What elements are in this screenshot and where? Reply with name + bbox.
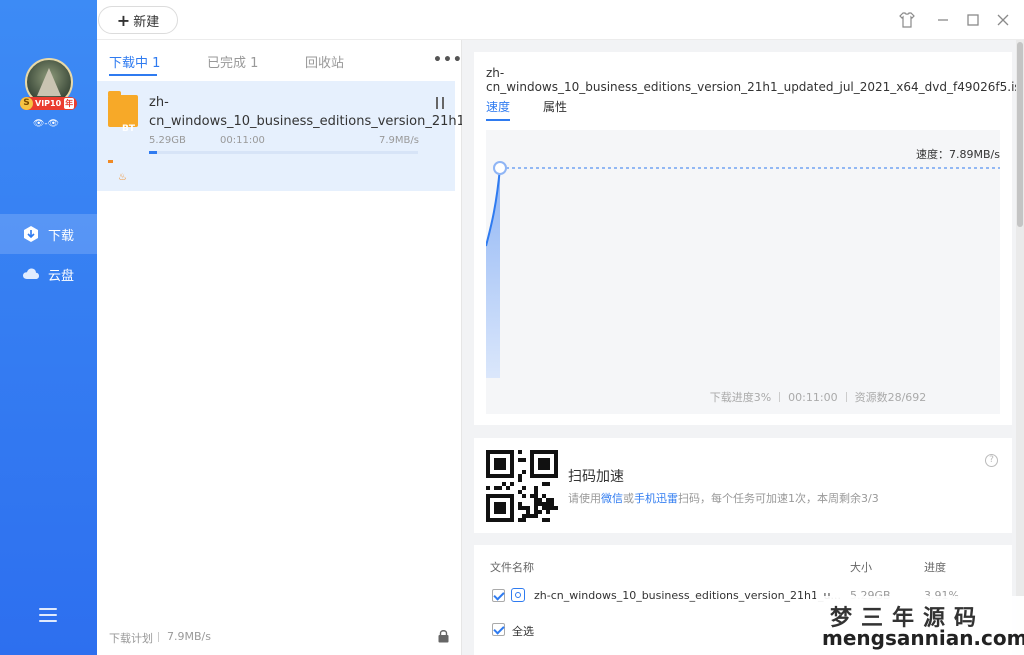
- speed-readout: 速度：7.89MB/s: [916, 148, 1000, 161]
- flag-icon: [108, 160, 113, 163]
- divider: [158, 632, 159, 642]
- sidebar-item-label: 下载: [48, 228, 75, 244]
- visibility-icon[interactable]: 👁-👁: [33, 119, 59, 129]
- scan-desc-prefix: 请使用: [568, 492, 601, 505]
- task-progress-bar: [149, 151, 418, 154]
- task-detail-area: zh-cn_windows_10_business_editions_versi…: [462, 40, 1024, 655]
- top-toolbar: + 新建: [97, 0, 1024, 40]
- sidebar: S VIP10 年 👁-👁 下载 云盘: [0, 0, 97, 655]
- scan-accelerate-card: 扫码加速 请使用微信或手机迅雷扫码，每个任务可加速1次，本周剩余3/3 ?: [474, 438, 1012, 533]
- more-icon[interactable]: •••: [433, 52, 463, 68]
- speed-area: [486, 168, 500, 378]
- skin-icon[interactable]: [897, 10, 917, 30]
- active-tab-indicator: [486, 119, 510, 121]
- sidebar-item-download[interactable]: 下载: [0, 214, 97, 254]
- avatar-image: [37, 68, 61, 96]
- watermark-en: mengsannian.com: [822, 626, 1024, 650]
- maximize-icon[interactable]: [963, 10, 983, 30]
- tab-trash[interactable]: 回收站: [305, 52, 344, 71]
- task-list-panel: 下载中 1 已完成 1 回收站 ••• BT zh-cn_windows_10_…: [97, 40, 714, 655]
- total-speed: 7.9MB/s: [167, 630, 211, 643]
- current-speed-marker: [493, 161, 507, 175]
- new-task-label: 新建: [133, 14, 160, 30]
- scrollbar[interactable]: [1016, 40, 1024, 655]
- sidebar-item-cloud[interactable]: 云盘: [0, 254, 97, 294]
- menu-icon[interactable]: [39, 608, 57, 622]
- pause-icon[interactable]: [436, 97, 444, 109]
- task-size: 5.29GB: [149, 135, 186, 146]
- detail-title: zh-cn_windows_10_business_editions_versi…: [486, 66, 1024, 94]
- lock-icon[interactable]: [438, 629, 449, 643]
- vip-badge[interactable]: S VIP10 年: [20, 97, 78, 110]
- sidebar-item-label: 云盘: [48, 268, 75, 284]
- scan-description: 请使用微信或手机迅雷扫码，每个任务可加速1次，本周剩余3/3: [568, 490, 879, 506]
- qr-code[interactable]: [486, 450, 558, 522]
- bt-file-icon: BT: [108, 91, 138, 134]
- tab-speed[interactable]: 速度: [486, 98, 510, 115]
- file-checkbox[interactable]: [492, 589, 505, 602]
- time-stat: 00:11:00: [788, 391, 838, 404]
- progress-stat: 下载进度3%: [709, 391, 772, 404]
- minimize-icon[interactable]: [933, 10, 953, 30]
- watermark: 梦三年源码 mengsannian.com: [816, 596, 1024, 655]
- scan-desc-suffix: 扫码，每个任务可加速1次，本周剩余3/3: [678, 492, 879, 505]
- download-plan-button[interactable]: 下载计划: [109, 630, 153, 646]
- download-icon: [24, 226, 38, 242]
- task-progress-fill: [149, 151, 158, 154]
- vip-level: VIP10: [35, 99, 62, 108]
- help-icon[interactable]: ?: [985, 454, 998, 467]
- tab-properties[interactable]: 属性: [543, 98, 567, 115]
- cloud-icon: [23, 268, 39, 279]
- tab-downloading[interactable]: 下载中 1: [109, 52, 160, 71]
- task-remaining-time: 00:11:00: [220, 135, 265, 146]
- disc-image-icon: [511, 588, 525, 602]
- vip-years: 年: [64, 98, 75, 109]
- select-all-checkbox[interactable]: [492, 623, 505, 636]
- column-header-size: 大小: [850, 561, 872, 574]
- scrollbar-thumb[interactable]: [1017, 42, 1023, 227]
- fire-icon[interactable]: ♨: [118, 172, 127, 183]
- active-tab-indicator: [109, 74, 157, 76]
- new-task-button[interactable]: + 新建: [98, 6, 178, 34]
- scan-desc-or: 或: [623, 492, 634, 505]
- select-all-label[interactable]: 全选: [512, 623, 534, 639]
- vip-s-icon: S: [20, 97, 33, 110]
- plus-icon: +: [116, 10, 131, 30]
- chart-stats: 下载进度3% 00:11:00 资源数28/692: [486, 389, 1000, 405]
- column-header-name: 文件名称: [490, 561, 534, 574]
- wechat-link[interactable]: 微信: [601, 492, 623, 505]
- column-header-progress: 进度: [924, 561, 946, 574]
- speed-chart: 速度：7.89MB/s 下载进度3% 00:11:00 资源数28/692: [486, 130, 1000, 414]
- xunlei-link[interactable]: 手机迅雷: [634, 492, 678, 505]
- sources-stat: 资源数28/692: [854, 391, 927, 404]
- task-row[interactable]: BT zh-cn_windows_10_business_editions_ve…: [97, 81, 714, 191]
- close-icon[interactable]: [993, 10, 1013, 30]
- task-speed: 7.9MB/s: [379, 135, 419, 146]
- tab-completed[interactable]: 已完成 1: [207, 52, 258, 71]
- detail-card: zh-cn_windows_10_business_editions_versi…: [474, 52, 1024, 425]
- task-name: zh-cn_windows_10_business_editions_versi…: [149, 95, 714, 129]
- speed-chart-graph: [486, 161, 1000, 378]
- file-name: zh-cn_windows_10_business_editions_versi…: [534, 589, 841, 602]
- bt-label: BT: [122, 124, 135, 134]
- scan-title: 扫码加速: [568, 469, 624, 485]
